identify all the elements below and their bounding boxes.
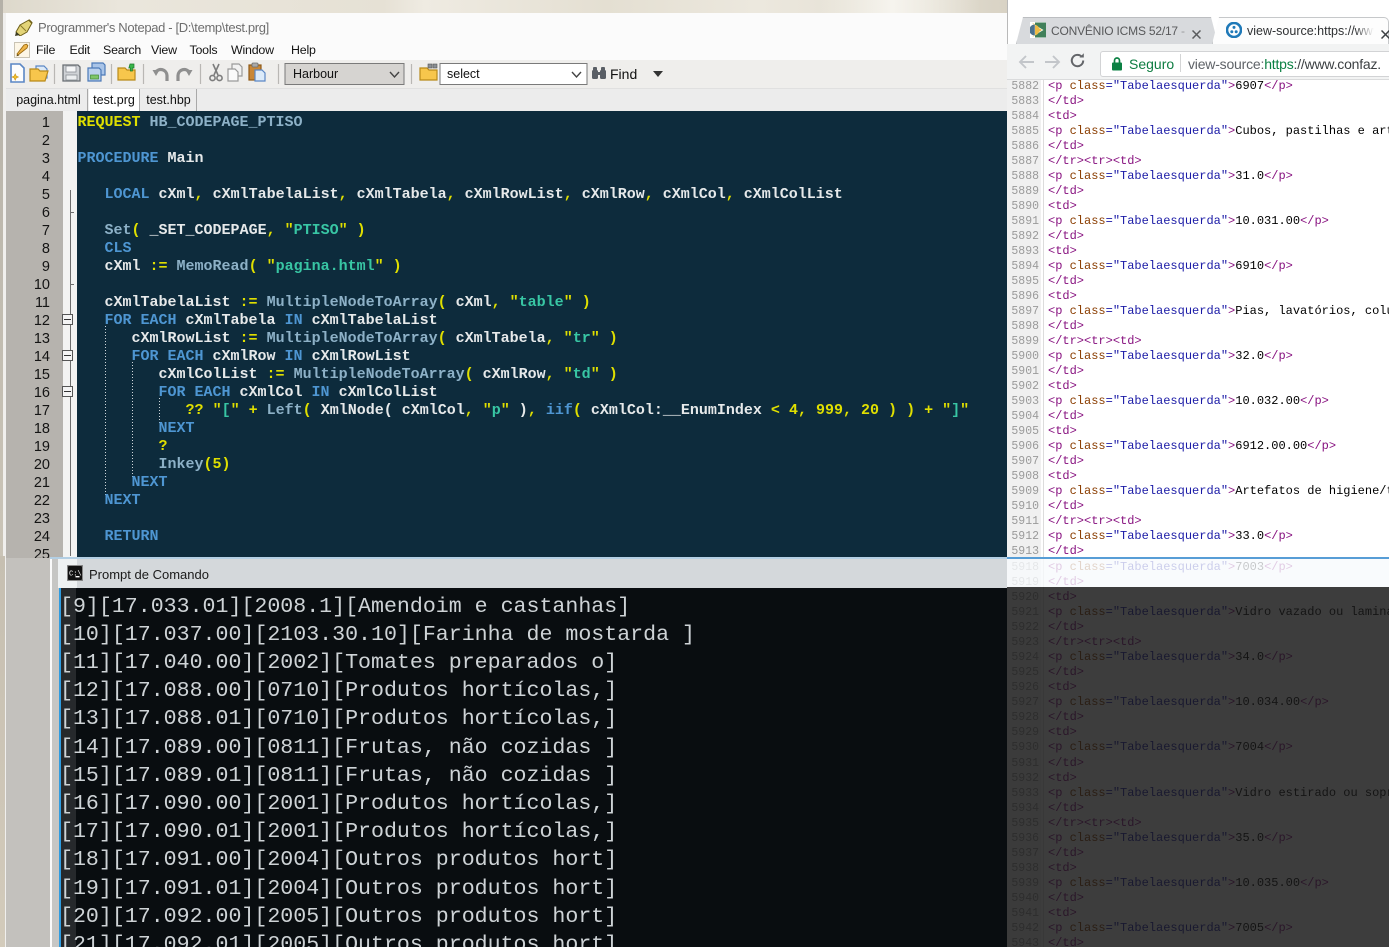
svg-text:Harbour: Harbour [293,67,338,81]
svg-text:select: select [447,67,480,81]
svg-text:C:\: C:\ [69,571,82,579]
svg-text:Find: Find [610,66,637,82]
